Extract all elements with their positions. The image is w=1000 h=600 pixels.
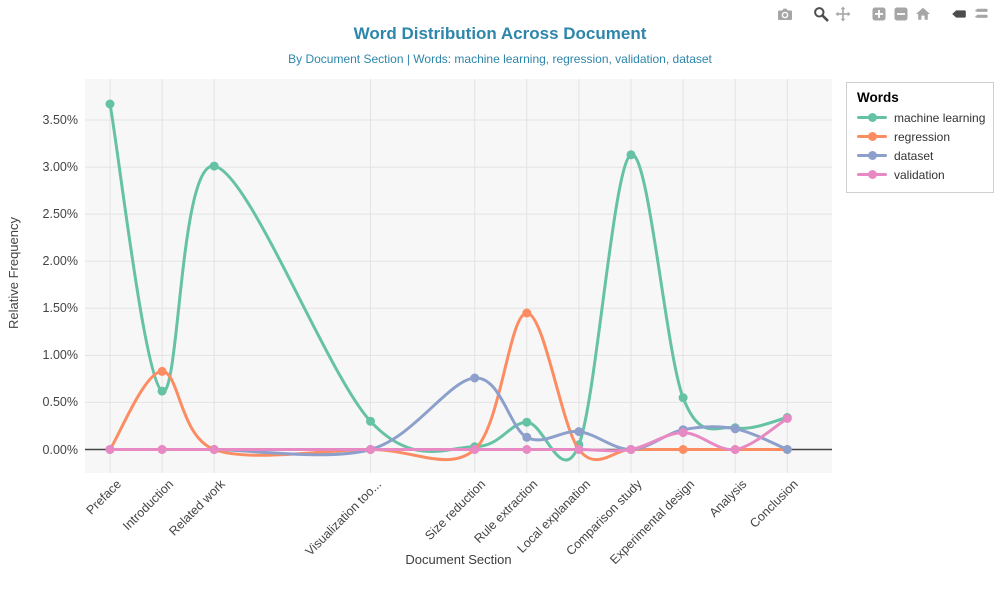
data-point-marker[interactable]: [210, 445, 219, 454]
y-tick-label: 0.50%: [8, 394, 78, 410]
data-point-marker[interactable]: [158, 445, 167, 454]
legend-label: validation: [894, 168, 945, 182]
data-point-marker[interactable]: [627, 445, 636, 454]
y-tick-label: 3.00%: [8, 159, 78, 175]
data-point-marker[interactable]: [574, 427, 583, 436]
data-point-marker[interactable]: [158, 367, 167, 376]
data-point-marker[interactable]: [679, 393, 688, 402]
data-point-marker[interactable]: [783, 445, 792, 454]
data-point-marker[interactable]: [210, 162, 219, 171]
legend-label: machine learning: [894, 111, 985, 125]
data-point-marker[interactable]: [574, 445, 583, 454]
legend-item-regression[interactable]: regression: [857, 127, 983, 146]
data-point-marker[interactable]: [731, 445, 740, 454]
data-point-marker[interactable]: [106, 445, 115, 454]
data-point-marker[interactable]: [679, 428, 688, 437]
legend-sample: [857, 132, 887, 141]
data-point-marker[interactable]: [470, 445, 479, 454]
y-tick-label: 0.00%: [8, 442, 78, 458]
data-point-marker[interactable]: [522, 309, 531, 318]
plot-background[interactable]: [85, 79, 832, 473]
legend-sample: [857, 113, 887, 122]
legend-sample: [857, 151, 887, 160]
figure: Word Distribution Across Document By Doc…: [0, 0, 1000, 600]
data-point-marker[interactable]: [522, 433, 531, 442]
legend-item-dataset[interactable]: dataset: [857, 146, 983, 165]
y-tick-label: 1.00%: [8, 347, 78, 363]
data-point-marker[interactable]: [366, 445, 375, 454]
legend-label: dataset: [894, 149, 933, 163]
data-point-marker[interactable]: [158, 387, 167, 396]
y-tick-label: 3.50%: [8, 112, 78, 128]
legend-item-machine-learning[interactable]: machine learning: [857, 108, 983, 127]
legend-item-validation[interactable]: validation: [857, 165, 983, 184]
y-tick-label: 1.50%: [8, 300, 78, 316]
data-point-marker[interactable]: [731, 424, 740, 433]
data-point-marker[interactable]: [522, 445, 531, 454]
data-point-marker[interactable]: [679, 445, 688, 454]
data-point-marker[interactable]: [106, 100, 115, 109]
y-tick-label: 2.00%: [8, 253, 78, 269]
y-tick-label: 2.50%: [8, 206, 78, 222]
data-point-marker[interactable]: [627, 150, 636, 159]
data-point-marker[interactable]: [470, 374, 479, 383]
data-point-marker[interactable]: [366, 417, 375, 426]
data-point-marker[interactable]: [783, 414, 792, 423]
legend: Words machine learning regression dataset v…: [846, 82, 994, 193]
data-point-marker[interactable]: [522, 418, 531, 427]
legend-title: Words: [857, 90, 983, 105]
legend-label: regression: [894, 130, 950, 144]
legend-sample: [857, 170, 887, 179]
